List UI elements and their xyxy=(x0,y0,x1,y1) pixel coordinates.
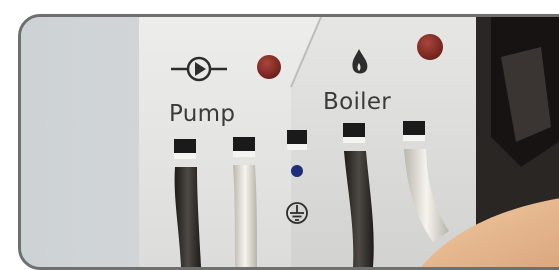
terminal-slot xyxy=(403,121,425,135)
photo-frame: Pump Boiler xyxy=(18,14,559,270)
ground-icon xyxy=(286,202,308,224)
terminal-slot xyxy=(233,137,255,151)
terminal-slot xyxy=(343,123,365,137)
ground-screw xyxy=(291,165,303,177)
terminal-slot xyxy=(174,139,196,153)
terminal-block-photo xyxy=(21,17,559,267)
pump-label: Pump xyxy=(169,101,236,127)
boiler-label: Boiler xyxy=(323,89,392,115)
boiler-indicator-led xyxy=(417,34,443,60)
pump-white-wire xyxy=(233,165,257,267)
terminal-slot xyxy=(287,130,307,144)
pump-indicator-led xyxy=(257,55,281,79)
